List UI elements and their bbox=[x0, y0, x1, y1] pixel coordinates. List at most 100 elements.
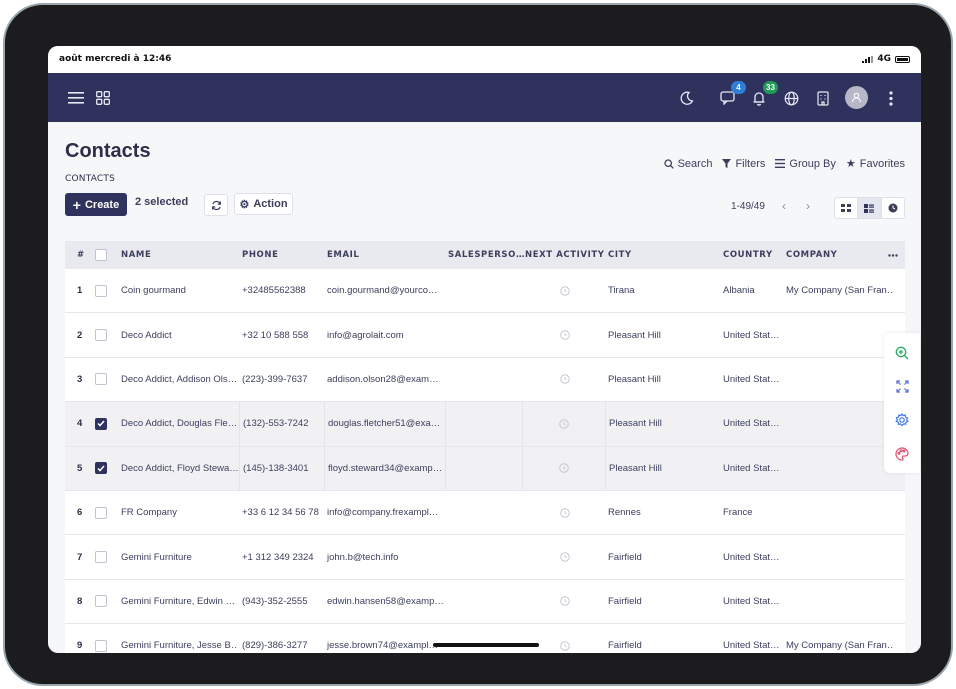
favorites-button[interactable]: ★ Favorites bbox=[846, 157, 905, 171]
col-name[interactable]: NAME bbox=[121, 241, 151, 269]
expand-icon[interactable] bbox=[893, 377, 911, 395]
col-country[interactable]: COUNTRY bbox=[723, 241, 773, 269]
create-label: Create bbox=[84, 198, 120, 211]
select-all-checkbox[interactable] bbox=[95, 241, 107, 269]
cell-name: Gemini Furniture, Edwin … bbox=[121, 595, 236, 607]
list-icon bbox=[775, 159, 786, 168]
cell-name: Gemini Furniture, Jesse B… bbox=[121, 640, 238, 652]
cell-num: 8 bbox=[77, 595, 83, 607]
cell-name: Deco Addict, Douglas Fle… bbox=[121, 418, 238, 430]
row-checkbox[interactable] bbox=[95, 535, 113, 578]
create-button[interactable]: + Create bbox=[65, 193, 127, 216]
cell-country: United Stat… bbox=[723, 329, 780, 341]
search-bar: Search Filters Group By ★ Favorites bbox=[663, 157, 905, 171]
search-button[interactable]: Search bbox=[663, 157, 712, 170]
cell-phone: +32485562388 bbox=[242, 285, 306, 297]
building-icon[interactable] bbox=[810, 85, 836, 111]
gear-icon: ⚙ bbox=[239, 198, 250, 211]
filters-button[interactable]: Filters bbox=[722, 157, 765, 170]
row-checkbox[interactable] bbox=[95, 447, 113, 490]
cell-phone: +33 6 12 34 56 78 bbox=[242, 507, 319, 519]
col-company[interactable]: COMPANY bbox=[786, 241, 837, 269]
cell-phone: (829)-386-3277 bbox=[242, 640, 308, 652]
chevron-left-icon[interactable]: ‹ bbox=[782, 199, 786, 213]
row-checkbox[interactable] bbox=[95, 491, 113, 534]
cell-city: Pleasant Hill bbox=[608, 373, 661, 385]
col-salesperson[interactable]: SALESPERSO… bbox=[448, 241, 525, 269]
cell-phone: (145)-138-3401 bbox=[239, 446, 321, 490]
status-indicators: 4G bbox=[862, 54, 910, 64]
plus-icon: + bbox=[72, 196, 81, 213]
row-checkbox[interactable] bbox=[95, 313, 113, 356]
kanban-view-icon[interactable] bbox=[835, 198, 859, 218]
refresh-button[interactable] bbox=[204, 194, 228, 216]
palette-icon[interactable] bbox=[893, 445, 911, 463]
cell-email: john.b@tech.info bbox=[327, 551, 399, 563]
row-checkbox[interactable] bbox=[95, 358, 113, 401]
table-row[interactable]: 1 Coin gourmand +32485562388 coin.gourmand@… bbox=[65, 269, 905, 314]
row-checkbox[interactable] bbox=[95, 402, 113, 445]
settings-icon[interactable] bbox=[893, 411, 911, 429]
home-indicator bbox=[433, 643, 539, 647]
moon-icon[interactable] bbox=[674, 85, 700, 111]
activity-view-icon[interactable] bbox=[882, 198, 904, 218]
cell-country: Albania bbox=[723, 285, 755, 297]
table-row[interactable]: 4 Deco Addict, Douglas Fle… (132)-553-7242… bbox=[65, 402, 905, 447]
cell-email: floyd.steward34@examp… bbox=[324, 446, 441, 490]
table-row[interactable]: 9 Gemini Furniture, Jesse B… (829)-386-327… bbox=[65, 624, 905, 653]
messages-icon[interactable]: 4 bbox=[714, 81, 746, 111]
pager-range[interactable]: 1-49/49 bbox=[731, 201, 765, 212]
activity-clock-icon bbox=[525, 358, 604, 401]
cell-city: Fairfield bbox=[608, 595, 642, 607]
status-datetime: août mercredi à 12:46 bbox=[59, 54, 172, 64]
bell-icon[interactable]: 33 bbox=[746, 81, 778, 111]
cell-num: 7 bbox=[77, 551, 83, 563]
grid-icon[interactable] bbox=[90, 85, 116, 111]
screen: août mercredi à 12:46 4G 4 33 Contacts C… bbox=[48, 46, 921, 653]
zoom-in-icon[interactable] bbox=[893, 344, 911, 362]
cell-phone: +1 312 349 2324 bbox=[242, 551, 314, 563]
cell-country: France bbox=[723, 507, 753, 519]
table-row[interactable]: 6 FR Company +33 6 12 34 56 78 info@company… bbox=[65, 490, 905, 536]
list-view-icon[interactable] bbox=[858, 198, 882, 218]
table-body: 1 Coin gourmand +32485562388 coin.gourmand@… bbox=[65, 269, 905, 653]
cell-salesperson bbox=[448, 313, 521, 356]
cell-company bbox=[786, 580, 894, 623]
col-phone[interactable]: PHONE bbox=[242, 241, 279, 269]
cell-num: 2 bbox=[77, 329, 83, 341]
table-row[interactable]: 3 Deco Addict, Addison Ols… (223)-399-7637… bbox=[65, 357, 905, 403]
cell-city: Rennes bbox=[608, 507, 641, 519]
cell-country: United Stat… bbox=[723, 462, 780, 474]
activity-clock-icon bbox=[525, 580, 604, 623]
signal-icon bbox=[862, 55, 874, 63]
activity-clock-icon bbox=[525, 313, 604, 356]
hamburger-icon[interactable] bbox=[63, 85, 89, 111]
avatar[interactable] bbox=[845, 86, 868, 109]
table-row[interactable]: 2 Deco Addict +32 10 588 558 info@agrolait.… bbox=[65, 313, 905, 358]
globe-icon[interactable] bbox=[778, 85, 804, 111]
table-row[interactable]: 5 Deco Addict, Floyd Stewa… (145)-138-3401… bbox=[65, 446, 905, 491]
contacts-table: # NAME PHONE EMAIL SALESPERSO… NEXT ACTI… bbox=[65, 241, 905, 653]
cell-phone: (132)-553-7242 bbox=[239, 402, 321, 446]
row-checkbox[interactable] bbox=[95, 624, 113, 653]
cell-email: coin.gourmand@yourco… bbox=[327, 285, 438, 297]
table-row[interactable]: 8 Gemini Furniture, Edwin … (943)-352-2555… bbox=[65, 579, 905, 625]
cell-city: Fairfield bbox=[608, 640, 642, 652]
cell-name: Deco Addict, Addison Ols… bbox=[121, 373, 238, 385]
col-email[interactable]: EMAIL bbox=[327, 241, 359, 269]
table-row[interactable]: 7 Gemini Furniture +1 312 349 2324 john.b@t… bbox=[65, 535, 905, 580]
battery-icon bbox=[895, 55, 910, 63]
table-header: # NAME PHONE EMAIL SALESPERSO… NEXT ACTI… bbox=[65, 241, 905, 269]
row-checkbox[interactable] bbox=[95, 269, 113, 312]
group-by-button[interactable]: Group By bbox=[775, 157, 836, 170]
cell-num: 6 bbox=[77, 507, 83, 519]
column-options-icon[interactable] bbox=[888, 241, 898, 269]
col-next-activity[interactable]: NEXT ACTIVITY bbox=[525, 241, 605, 269]
row-checkbox[interactable] bbox=[95, 580, 113, 623]
status-bar: août mercredi à 12:46 4G bbox=[48, 46, 921, 73]
chevron-right-icon[interactable]: › bbox=[806, 199, 810, 213]
col-city[interactable]: CITY bbox=[608, 241, 632, 269]
breadcrumb[interactable]: CONTACTS bbox=[65, 174, 115, 184]
kebab-icon[interactable] bbox=[878, 85, 904, 111]
action-button[interactable]: ⚙ Action bbox=[234, 193, 293, 215]
